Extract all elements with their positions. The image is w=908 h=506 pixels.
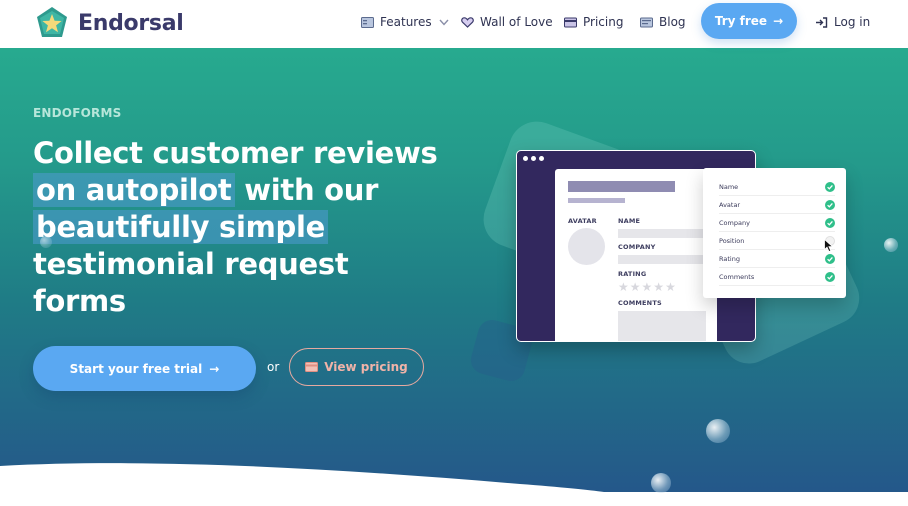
mouse-cursor-icon — [824, 239, 834, 252]
login-link[interactable]: Log in — [815, 13, 870, 31]
check-icon — [825, 271, 835, 282]
checklist-item: Name — [719, 178, 835, 196]
chevron-down-icon — [439, 19, 449, 26]
brand-logo[interactable]: Endorsal — [34, 5, 184, 41]
form-illustration: AVATAR NAME COMPANY RATING ★ ★ ★ ★ ★ COMMENT… — [467, 113, 870, 385]
checklist-label: Company — [719, 218, 750, 227]
nav-features-label: Features — [380, 15, 432, 29]
checklist-label: Name — [719, 182, 739, 191]
or-separator: or — [267, 360, 280, 374]
form-title-placeholder — [568, 181, 675, 192]
star-icon: ★ — [641, 280, 653, 294]
brand-name: Endorsal — [78, 10, 184, 36]
login-label: Log in — [834, 15, 871, 29]
headline-line-1: Collect customer reviews — [33, 136, 438, 170]
arrow-right-icon: → — [773, 14, 784, 28]
heart-icon — [461, 16, 474, 28]
card-icon — [564, 17, 577, 27]
decor-bubble — [651, 473, 671, 493]
checklist-label: Avatar — [719, 200, 741, 209]
field-label-name: NAME — [618, 217, 641, 225]
card-icon — [305, 362, 319, 372]
page: Endorsal Features Wall of Love Pricing B… — [0, 0, 908, 506]
star-icon: ★ — [653, 280, 665, 294]
checklist-label: Position — [719, 236, 745, 245]
check-icon — [825, 181, 835, 192]
headline-highlight-2: beautifully simple — [33, 210, 328, 244]
field-checklist: Name Avatar Company Position Rating Comm… — [703, 168, 846, 298]
checklist-item: Position — [719, 232, 835, 250]
checklist-item: Comments — [719, 268, 835, 286]
decor-bubble — [706, 419, 730, 443]
headline-line-2-rest: with our — [244, 173, 379, 207]
decor-bubble — [40, 236, 52, 248]
logo-icon — [37, 7, 67, 37]
headline-line-2: on autopilot with our — [33, 172, 473, 209]
nav-features[interactable]: Features — [361, 13, 449, 31]
headline-line-3: beautifully simple — [33, 209, 473, 246]
check-icon — [825, 253, 835, 264]
arrow-right-icon: → — [209, 361, 220, 376]
view-pricing-button[interactable]: View pricing — [289, 348, 424, 386]
nav-blog[interactable]: Blog — [640, 13, 686, 31]
try-free-label: Try free — [714, 14, 768, 28]
star-icon: ★ — [665, 280, 676, 294]
comments-input-placeholder — [618, 311, 706, 341]
field-label-avatar: AVATAR — [568, 217, 597, 225]
headline-line-4: testimonial request — [33, 247, 349, 281]
start-free-trial-label: Start your free trial — [69, 361, 203, 376]
try-free-button[interactable]: Try free → — [701, 3, 797, 39]
nav-wall-of-love-label: Wall of Love — [480, 15, 553, 29]
star-icon: ★ — [629, 280, 641, 294]
checklist-label: Comments — [719, 272, 755, 281]
headline-line-5: forms — [33, 284, 126, 318]
check-icon — [825, 217, 835, 228]
window-dots — [523, 156, 547, 161]
check-icon — [825, 199, 835, 210]
field-label-rating: RATING — [618, 270, 647, 278]
features-icon — [361, 16, 374, 28]
view-pricing-label: View pricing — [324, 360, 408, 374]
nav-pricing[interactable]: Pricing — [564, 13, 623, 31]
headline-highlight-1: on autopilot — [33, 173, 235, 207]
start-free-trial-button[interactable]: Start your free trial → — [33, 346, 256, 391]
checklist-item: Avatar — [719, 196, 835, 214]
name-input-placeholder — [618, 229, 706, 238]
avatar-placeholder — [568, 228, 605, 265]
blog-icon — [640, 17, 653, 27]
rating-stars: ★ ★ ★ ★ ★ — [618, 281, 677, 293]
nav-pricing-label: Pricing — [583, 15, 624, 29]
form-subtitle-placeholder — [568, 198, 625, 203]
hero-eyebrow: ENDOFORMS — [33, 106, 122, 120]
field-label-comments: COMMENTS — [618, 299, 662, 307]
hero-headline: Collect customer reviews on autopilot wi… — [33, 135, 473, 320]
navbar: Endorsal Features Wall of Love Pricing B… — [0, 0, 908, 48]
hero-section: ENDOFORMS Collect customer reviews on au… — [0, 48, 908, 506]
nav-wall-of-love[interactable]: Wall of Love — [461, 13, 553, 31]
checklist-item: Company — [719, 214, 835, 232]
form-card: AVATAR NAME COMPANY RATING ★ ★ ★ ★ ★ COMMENT… — [555, 169, 717, 341]
checklist-item: Rating — [719, 250, 835, 268]
company-input-placeholder — [618, 255, 706, 264]
decor-bubble — [884, 238, 898, 252]
nav-blog-label: Blog — [659, 15, 686, 29]
checklist-label: Rating — [719, 254, 740, 263]
login-icon — [816, 16, 828, 28]
star-icon: ★ — [618, 280, 629, 294]
field-label-company: COMPANY — [618, 243, 656, 251]
